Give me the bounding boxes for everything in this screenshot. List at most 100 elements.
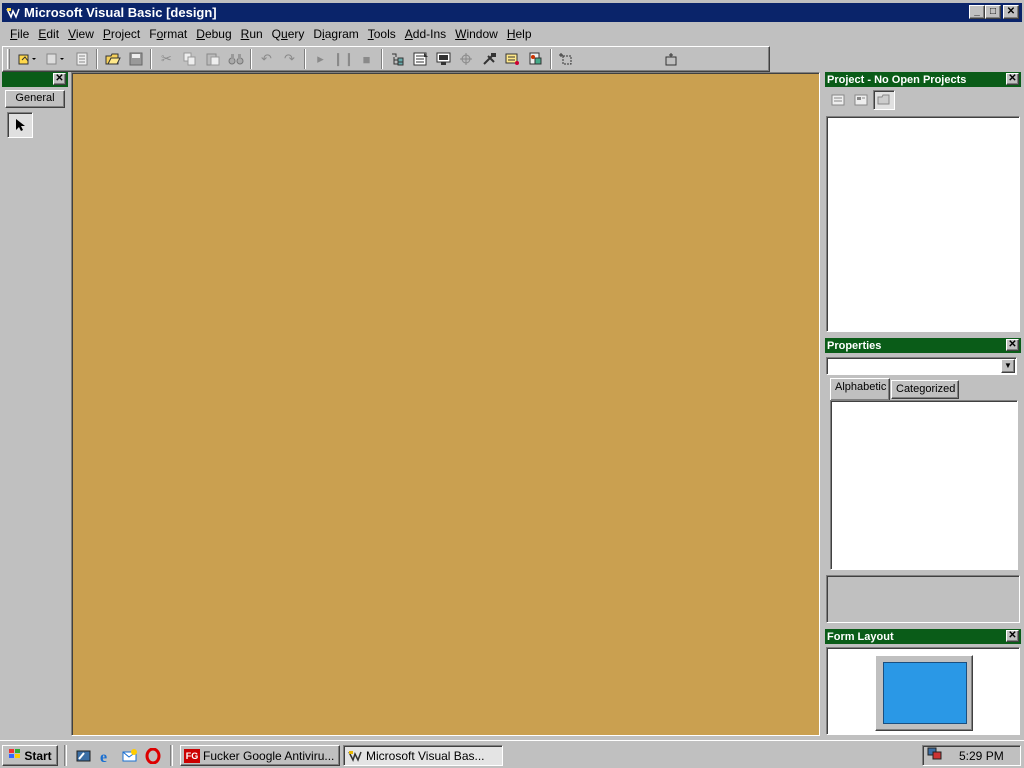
- menu-item[interactable]: Diagram: [313, 27, 358, 41]
- copy-icon[interactable]: [178, 48, 201, 70]
- menu-item-text: ools: [373, 27, 396, 41]
- menu-editor-icon[interactable]: [70, 48, 93, 70]
- internet-explorer-icon[interactable]: e: [97, 746, 117, 766]
- menu-item[interactable]: View: [68, 27, 94, 41]
- cut-icon[interactable]: ✂: [155, 48, 178, 70]
- form-layout-title: Form Layout: [827, 630, 894, 643]
- menu-item-text: un: [249, 27, 263, 41]
- menu-item-text: roject: [110, 27, 141, 41]
- object-browser-icon[interactable]: [455, 48, 478, 70]
- taskbar-item-visual-basic[interactable]: Microsoft Visual Bas...: [343, 745, 503, 766]
- properties-grid[interactable]: [830, 400, 1018, 570]
- toolbar-separator: [381, 49, 383, 69]
- tab-alphabetic[interactable]: Alphabetic: [830, 378, 890, 400]
- menu-item-text: D: [313, 27, 323, 41]
- start-button[interactable]: Start: [2, 745, 58, 766]
- svg-text:e: e: [100, 749, 107, 764]
- taskbar-item-label: Fucker Google Antiviru...: [203, 748, 335, 763]
- menu-item[interactable]: Debug: [196, 27, 231, 41]
- properties-panel: Properties ✕ ▼ Alphabetic Categorized: [825, 338, 1021, 626]
- menu-item-accelerator: A: [404, 27, 413, 41]
- tab-categorized[interactable]: Categorized: [891, 380, 959, 399]
- menu-item-text: F: [149, 27, 157, 41]
- show-desktop-icon[interactable]: [74, 746, 94, 766]
- project-explorer-title-bar[interactable]: Project - No Open Projects ✕: [825, 72, 1021, 87]
- menu-item[interactable]: File: [10, 27, 29, 41]
- paste-icon[interactable]: [201, 48, 224, 70]
- toggle-folders-icon[interactable]: [873, 90, 895, 110]
- opera-icon[interactable]: [143, 746, 163, 766]
- toolbox-icon[interactable]: [478, 48, 501, 70]
- monitor-screen: [883, 662, 967, 724]
- clock[interactable]: 5:29 PM: [959, 749, 1004, 763]
- properties-title-bar[interactable]: Properties ✕: [825, 338, 1021, 353]
- menu-item[interactable]: Add-Ins: [405, 27, 446, 41]
- open-project-icon[interactable]: [101, 48, 124, 70]
- form-layout-canvas[interactable]: [826, 647, 1020, 735]
- redo-icon[interactable]: ↷: [278, 48, 301, 70]
- menu-item[interactable]: Tools: [368, 27, 396, 41]
- menu-item[interactable]: Project: [103, 27, 140, 41]
- start-icon[interactable]: ▸: [309, 48, 332, 70]
- standard-toolbar: ✂ ↶ ↷ ▸ ❙❙ ■: [2, 46, 770, 72]
- project-explorer-icon[interactable]: [386, 48, 409, 70]
- toolbar-separator: [550, 49, 552, 69]
- menu-item[interactable]: Edit: [38, 27, 59, 41]
- visual-component-manager-icon[interactable]: [524, 48, 547, 70]
- network-icon[interactable]: [927, 747, 945, 764]
- menu-item[interactable]: Window: [455, 27, 498, 41]
- menu-item-text: iew: [75, 27, 94, 41]
- menu-item[interactable]: Run: [241, 27, 263, 41]
- menu-item-text: ebug: [204, 27, 232, 41]
- undo-icon[interactable]: ↶: [255, 48, 278, 70]
- add-project-icon[interactable]: [14, 48, 42, 70]
- end-icon[interactable]: ■: [355, 48, 378, 70]
- toolbox-title-bar[interactable]: ✕: [2, 72, 68, 87]
- break-icon[interactable]: ❙❙: [332, 48, 355, 70]
- add-control-icon[interactable]: [555, 48, 578, 70]
- form-layout-title-bar[interactable]: Form Layout ✕: [825, 629, 1021, 644]
- system-tray: 5:29 PM: [922, 745, 1021, 766]
- menu-item[interactable]: Help: [507, 27, 532, 41]
- maximize-button[interactable]: □: [985, 5, 1001, 19]
- view-code-icon[interactable]: [827, 90, 849, 110]
- menu-item[interactable]: Query: [272, 27, 305, 41]
- form-layout-icon[interactable]: [432, 48, 455, 70]
- properties-close-button[interactable]: ✕: [1006, 339, 1019, 351]
- pointer-tool-icon[interactable]: [7, 112, 33, 138]
- project-explorer-close-button[interactable]: ✕: [1006, 73, 1019, 85]
- menu-bar: File Edit View Project Format Debug Run Query Di…: [2, 24, 1022, 44]
- view-object-icon[interactable]: [850, 90, 872, 110]
- toolbox-tab-general[interactable]: General: [5, 90, 65, 108]
- toolbar-grip[interactable]: [7, 49, 10, 69]
- toolbox-panel: ✕ General: [2, 72, 68, 736]
- minimize-button[interactable]: _: [969, 5, 985, 19]
- title-bar[interactable]: Microsoft Visual Basic [design] _ □ ✕: [2, 3, 1022, 22]
- form-layout-close-button[interactable]: ✕: [1006, 630, 1019, 642]
- project-explorer-title: Project - No Open Projects: [827, 73, 967, 86]
- menu-item-accelerator: D: [196, 27, 205, 41]
- toolbar-separator: [304, 49, 306, 69]
- toolbar-separator: [250, 49, 252, 69]
- property-description-pane: [826, 575, 1020, 623]
- properties-window-icon[interactable]: [409, 48, 432, 70]
- menu-item-accelerator: V: [68, 27, 76, 41]
- find-icon[interactable]: [224, 48, 247, 70]
- outlook-express-icon[interactable]: [120, 746, 140, 766]
- menu-item[interactable]: Format: [149, 27, 187, 41]
- object-selector-dropdown[interactable]: ▼: [826, 357, 1017, 375]
- close-button[interactable]: ✕: [1003, 5, 1019, 19]
- menu-item-text: Q: [271, 27, 282, 41]
- taskbar-divider: [64, 745, 67, 766]
- taskbar-item-antivirus[interactable]: FG Fucker Google Antiviru...: [180, 745, 340, 766]
- add-form-icon[interactable]: [42, 48, 70, 70]
- data-view-icon[interactable]: [501, 48, 524, 70]
- toolbar-separator: [150, 49, 152, 69]
- menu-item-accelerator: W: [455, 27, 467, 41]
- mdi-workspace[interactable]: [71, 72, 820, 736]
- save-project-icon[interactable]: [124, 48, 147, 70]
- menu-item-text: dit: [46, 27, 60, 41]
- chevron-down-icon[interactable]: ▼: [1001, 359, 1015, 373]
- project-tree[interactable]: [826, 116, 1020, 332]
- toolbox-close-button[interactable]: ✕: [53, 73, 66, 85]
